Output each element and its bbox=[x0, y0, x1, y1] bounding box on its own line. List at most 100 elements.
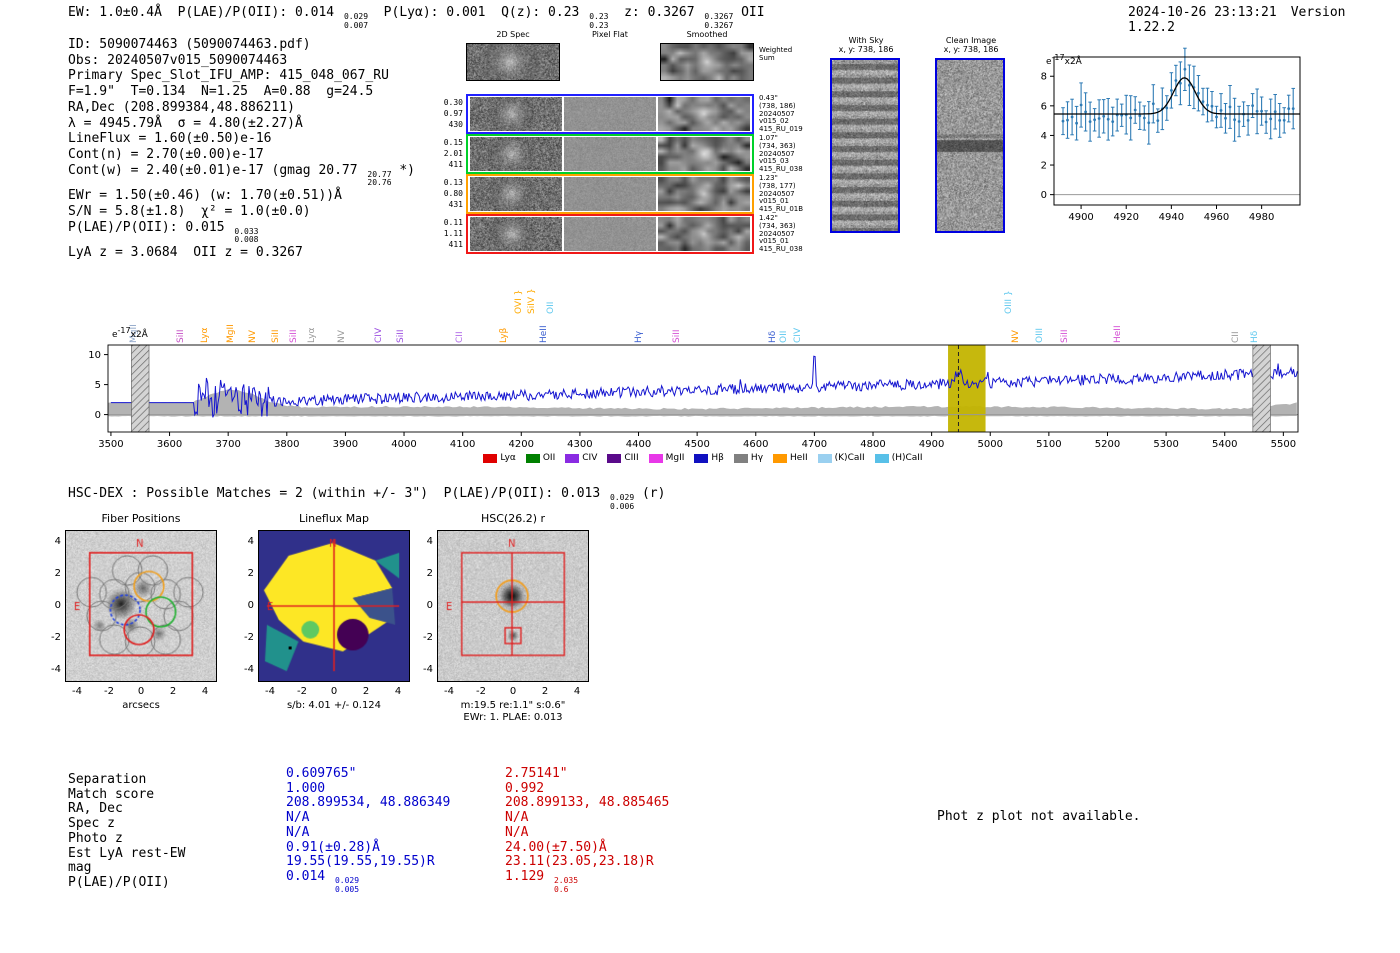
cutout-image bbox=[658, 177, 750, 211]
line-fit-zoom-svg: 0 2 4 6 8 4900 4920 4940 4960 4980 bbox=[1041, 47, 1301, 223]
svg-text:3700: 3700 bbox=[215, 439, 240, 450]
axis-tick-label: 4 bbox=[54, 536, 61, 547]
axis-tick-label: -2 bbox=[244, 632, 254, 643]
info-line: Cont(n) = 2.70(±0.00)e-17 bbox=[68, 147, 415, 163]
cutout-row-annotation: 0.43" (738, 186) 20240507 v015_02 415_RU_019 bbox=[759, 94, 803, 134]
cutout-image bbox=[658, 217, 750, 251]
legend-swatch bbox=[525, 453, 540, 463]
panel-subtext: s/b: 4.01 +/- 0.124 bbox=[286, 700, 382, 711]
full-spectrum-svg: 0 5 10 3500 3600 3700 3800 3900 4000 4100 4200 4300… bbox=[88, 344, 1299, 450]
legend-label: MgII bbox=[665, 453, 685, 463]
emission-line-label: SiII bbox=[176, 329, 187, 343]
cutout-image bbox=[564, 97, 656, 131]
svg-text:4600: 4600 bbox=[743, 439, 768, 450]
cutout-row-annotation: 1.07" (734, 363) 20240507 v015_03 415_RU_038 bbox=[759, 134, 803, 174]
emission-line-label: CII bbox=[1231, 331, 1242, 343]
emission-line-label: MgII bbox=[226, 324, 237, 343]
rich-text: LineFlux = 1.60(±0.50)e-16 bbox=[68, 131, 272, 147]
legend-label: Hβ bbox=[711, 453, 724, 463]
svg-text:0: 0 bbox=[1041, 190, 1047, 201]
cutout-row-frame bbox=[466, 174, 754, 214]
panel-title: HSC(26.2) r bbox=[480, 512, 546, 525]
match-value: 23.11(23.05,23.18)R bbox=[505, 854, 720, 869]
rich-text: e-17x2Å bbox=[1046, 53, 1082, 67]
emission-line-label: SiII bbox=[395, 329, 406, 343]
legend-label: OII bbox=[542, 453, 556, 463]
rich-text: EW: 1.0±0.4Å P(LAE)/P(OII): 0.014 0.029 0… bbox=[68, 5, 765, 30]
axis-tick-label: -4 bbox=[423, 664, 433, 675]
match-row-label: P(LAE)/P(OII) bbox=[68, 874, 170, 890]
emission-line-label: HeII bbox=[538, 325, 549, 343]
match-value: 0.014 0.029 0.005 bbox=[286, 869, 501, 894]
legend-item: Lyα bbox=[483, 453, 516, 463]
legend-label: Hγ bbox=[750, 453, 764, 463]
match-value: 208.899534, 48.886349 bbox=[286, 795, 501, 811]
match-value: 208.899133, 48.885465 bbox=[505, 795, 720, 810]
legend-swatch bbox=[733, 453, 748, 463]
svg-text:3800: 3800 bbox=[274, 439, 299, 450]
axis-tick-label: -4 bbox=[265, 686, 275, 697]
rich-text: 208.899534, 48.886349 bbox=[286, 795, 451, 811]
svg-text:4960: 4960 bbox=[1204, 212, 1229, 223]
match-value: 24.00(±7.50)Å bbox=[505, 839, 720, 855]
cutout-row-left-labels: 0.30 0.97 430 bbox=[443, 98, 463, 129]
cutout-row-frame bbox=[466, 134, 754, 174]
axis-tick-label: 2 bbox=[426, 568, 433, 579]
axis-tick-label: -2 bbox=[423, 632, 433, 643]
stacked-fraction: 2.035 0.6 bbox=[553, 875, 579, 894]
panel-image bbox=[65, 530, 217, 682]
cutout-column-header: 2D Spec bbox=[496, 30, 530, 39]
match-value: 1.000 bbox=[286, 781, 501, 796]
axis-tick-label: -2 bbox=[297, 686, 307, 697]
match-value: 0.91(±0.28)Å bbox=[286, 840, 501, 855]
axis-tick-label: 2 bbox=[362, 686, 370, 697]
cutout-image bbox=[564, 137, 656, 171]
cutout-panels-row: Fiber Positions -4 -4 -2 -2 0 0 2 2 4 4 arcsecs Line… bbox=[0, 512, 1000, 727]
cutout-column-header: Pixel Flat bbox=[592, 30, 628, 39]
rich-text: 24.00(±7.50)Å bbox=[505, 839, 607, 855]
cutout-row-frame bbox=[466, 214, 754, 254]
match-row-label: Spec z bbox=[68, 816, 115, 832]
rich-text: e-17x2Å bbox=[112, 326, 148, 340]
legend-swatch bbox=[694, 453, 709, 463]
panel-subtext: m:19.5 re:1.1" s:0.6" bbox=[460, 700, 566, 711]
2d-spec-cutout-grid: 2D Spec Pixel Flat Smoothed Weighted Sum 0.30… bbox=[443, 30, 843, 262]
axis-tick-label: 2 bbox=[169, 686, 177, 697]
rich-text: ID: 5090074463 (5090074463.pdf) bbox=[68, 37, 311, 52]
axis-tick-label: 2 bbox=[54, 568, 61, 579]
svg-text:4000: 4000 bbox=[391, 439, 416, 450]
legend-label: CIII bbox=[624, 453, 639, 463]
info-line: EWr = 1.50(±0.46) (w: 1.70(±0.51))Å bbox=[68, 188, 415, 204]
emission-line-label: Hγ bbox=[633, 330, 644, 343]
rich-text: Cont(n) = 2.70(±0.00)e-17 bbox=[68, 146, 264, 162]
legend-item: Hβ bbox=[694, 453, 724, 463]
stacked-fraction: 0.23 0.23 bbox=[589, 12, 609, 30]
legend-swatch bbox=[773, 453, 788, 463]
clean-image bbox=[935, 58, 1005, 233]
info-line: LineFlux = 1.60(±0.50)e-16 bbox=[68, 131, 415, 147]
axis-tick-label: -2 bbox=[476, 686, 486, 697]
axis-tick-label: 4 bbox=[573, 686, 581, 697]
hsc-match-header: HSC-DEX : Possible Matches = 2 (within +… bbox=[68, 486, 665, 512]
cutout-image bbox=[470, 177, 562, 211]
info-line: Obs: 20240507v015_5090074463 bbox=[68, 53, 415, 69]
emission-line-label: OIII bbox=[1035, 327, 1046, 343]
photz-note: Phot z plot not available. bbox=[937, 809, 1141, 824]
info-line: Cont(w) = 2.40(±0.01)e-17 (gmag 20.77 20… bbox=[68, 163, 415, 189]
report-datetime: 2024-10-26 23:13:21 bbox=[1128, 5, 1277, 20]
stacked-fraction: 0.033 0.008 bbox=[234, 226, 259, 245]
svg-text:3600: 3600 bbox=[157, 439, 182, 450]
emission-line-label: SiII bbox=[288, 329, 299, 343]
stacked-fraction: 20.77 20.76 bbox=[367, 169, 392, 188]
rich-text: N/A bbox=[505, 824, 529, 840]
axis-tick-label: 0 bbox=[247, 600, 254, 611]
emission-line-label: CII bbox=[455, 331, 466, 343]
axis-tick-label: 4 bbox=[426, 536, 433, 547]
axis-tick-label: 2 bbox=[541, 686, 549, 697]
spectrum-line-legend: Lyα OII CIV CIII MgII Hβ Hγ HeII (K)CaII (H)CaII bbox=[108, 452, 1298, 464]
rich-text: N/A bbox=[505, 810, 529, 826]
legend-item: CIV bbox=[565, 453, 597, 463]
cutout-image bbox=[658, 97, 750, 131]
rich-text: Cont(w) = 2.40(±0.01)e-17 (gmag 20.77 20… bbox=[68, 162, 415, 188]
stacked-fraction: 0.029 0.005 bbox=[334, 875, 360, 894]
